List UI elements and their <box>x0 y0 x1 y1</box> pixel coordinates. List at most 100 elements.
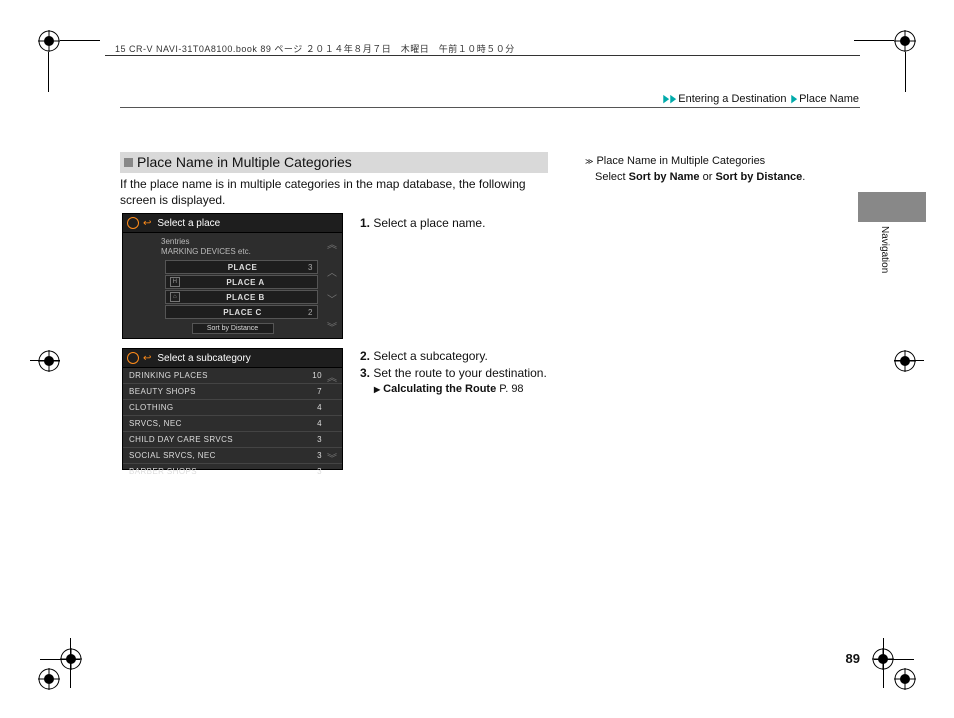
manual-page: 15 CR-V NAVI-31T0A8100.book 89 ページ ２０１４年… <box>0 0 954 718</box>
subcategory-name: SOCIAL SRVCS, NEC <box>129 451 216 460</box>
breadcrumb: ▶▶ Entering a Destination ▶ Place Name <box>662 92 859 105</box>
section-heading: Place Name in Multiple Categories <box>120 152 548 173</box>
steps-2-3: 2. Select a subcategory. 3. Set the rout… <box>360 348 560 397</box>
place-row: ⌂ PLACE B <box>165 290 318 304</box>
step-text: Select a place name. <box>373 216 485 230</box>
ring-icon <box>127 352 139 364</box>
chevron-down-icon: ﹀ <box>326 291 338 306</box>
meta-line: MARKING DEVICES etc. <box>161 247 336 257</box>
breadcrumb-part: Place Name <box>799 93 859 105</box>
xref-page: P. 98 <box>499 383 523 395</box>
subcategory-count: 3 <box>317 435 322 444</box>
print-header: 15 CR-V NAVI-31T0A8100.book 89 ページ ２０１４年… <box>115 42 515 55</box>
subcategory-row: SOCIAL SRVCS, NEC 3 <box>123 447 342 463</box>
screenshot-title: Select a subcategory <box>157 353 250 364</box>
subcategory-name: SRVCS, NEC <box>129 419 182 428</box>
subcategory-count: 3 <box>317 451 322 460</box>
place-count: 3 <box>308 263 313 272</box>
subcategory-row: BARBER SHOPS 3 <box>123 463 342 479</box>
chevron-right-icon: ▶ <box>664 92 670 105</box>
square-bullet-icon <box>124 158 133 167</box>
step-1: 1. Select a place name. <box>360 216 550 230</box>
registration-mark-icon <box>894 30 916 52</box>
registration-mark-icon <box>38 668 60 690</box>
header-rule <box>105 55 860 56</box>
nav-screenshot-select-subcategory: ↩ Select a subcategory DRINKING PLACES 10… <box>122 348 343 470</box>
crop-line <box>854 40 894 41</box>
cross-reference: Calculating the Route P. 98 <box>374 382 560 397</box>
scroll-arrows: ︽ ︾ <box>326 369 338 465</box>
crop-line <box>894 360 924 361</box>
double-chevron-down-icon: ︾ <box>326 319 338 334</box>
section-title: Place Name in Multiple Categories <box>137 154 352 170</box>
subcategory-row: SRVCS, NEC 4 <box>123 415 342 431</box>
row-type-icon: H <box>170 277 180 287</box>
xref-title: Calculating the Route <box>374 383 496 395</box>
subcategory-row: CLOTHING 4 <box>123 399 342 415</box>
row-type-icon: ⌂ <box>170 292 180 302</box>
screenshot-titlebar: ↩ Select a place <box>123 214 342 233</box>
section-tab-strip <box>858 192 926 222</box>
double-chevron-right-icon: ≫ <box>585 157 593 166</box>
place-name: PLACE B <box>184 293 307 302</box>
place-row: PLACE C 2 <box>165 305 318 319</box>
subcategory-row: BEAUTY SHOPS 7 <box>123 383 342 399</box>
section-intro: If the place name is in multiple categor… <box>120 176 550 208</box>
place-name: PLACE <box>183 263 302 272</box>
subcategory-name: DRINKING PLACES <box>129 371 208 380</box>
screenshot-body: DRINKING PLACES10BEAUTY SHOPS7CLOTHING4S… <box>123 368 342 479</box>
registration-mark-icon <box>38 350 60 372</box>
place-name: PLACE A <box>184 278 307 287</box>
screenshot-body: 3entries MARKING DEVICES etc. PLACE 3 H PLA… <box>123 233 342 338</box>
back-icon: ↩ <box>143 218 151 229</box>
side-note: ≫ Place Name in Multiple Categories Sele… <box>585 155 845 183</box>
subcategory-name: CLOTHING <box>129 403 174 412</box>
breadcrumb-part: Entering a Destination <box>678 93 786 105</box>
step-text: Select a subcategory. <box>373 349 488 363</box>
crop-line <box>30 360 60 361</box>
scroll-arrows: ︽ ︿ ﹀ ︾ <box>326 236 338 334</box>
place-count: 2 <box>308 308 313 317</box>
back-icon: ↩ <box>143 353 151 364</box>
subcategory-count: 4 <box>317 419 322 428</box>
registration-mark-icon <box>38 30 60 52</box>
section-vertical-label: Navigation <box>879 226 890 273</box>
page-number: 89 <box>846 651 860 666</box>
place-name: PLACE C <box>183 308 302 317</box>
screenshot-titlebar: ↩ Select a subcategory <box>123 349 342 368</box>
crop-line <box>70 638 71 688</box>
meta-line: 3entries <box>161 237 336 247</box>
double-chevron-up-icon: ︽ <box>326 369 338 384</box>
chevron-up-icon: ︿ <box>326 264 338 279</box>
subcategory-row: DRINKING PLACES 10 <box>123 368 342 383</box>
chevron-right-icon: ▶ <box>670 92 676 105</box>
subcategory-count: 10 <box>312 371 322 380</box>
subcategory-row: CHILD DAY CARE SRVCS 3 <box>123 431 342 447</box>
chevron-right-icon: ▶ <box>791 92 797 105</box>
nav-screenshot-select-place: ↩ Select a place 3entries MARKING DEVICE… <box>122 213 343 339</box>
side-note-body: Select Sort by Name or Sort by Distance. <box>595 171 845 183</box>
subcategory-name: BARBER SHOPS <box>129 467 197 476</box>
registration-mark-icon <box>894 668 916 690</box>
step-text: Set the route to your destination. <box>373 366 546 380</box>
place-row: H PLACE A <box>165 275 318 289</box>
subcategory-name: CHILD DAY CARE SRVCS <box>129 435 233 444</box>
subcategory-count: 7 <box>317 387 322 396</box>
crop-line <box>883 638 884 688</box>
double-chevron-down-icon: ︾ <box>326 450 338 465</box>
crop-line <box>60 40 100 41</box>
subcategory-count: 4 <box>317 403 322 412</box>
place-row: PLACE 3 <box>165 260 318 274</box>
subcategory-name: BEAUTY SHOPS <box>129 387 196 396</box>
double-chevron-up-icon: ︽ <box>326 236 338 251</box>
crop-line <box>40 659 80 660</box>
subcategory-count: 3 <box>317 467 322 476</box>
crop-line <box>905 52 906 92</box>
breadcrumb-rule <box>120 107 860 108</box>
screenshot-title: Select a place <box>157 218 220 229</box>
crop-line <box>874 659 914 660</box>
crop-line <box>48 52 49 92</box>
registration-mark-icon <box>894 350 916 372</box>
screenshot-meta: 3entries MARKING DEVICES etc. <box>161 237 336 256</box>
ring-icon <box>127 217 139 229</box>
